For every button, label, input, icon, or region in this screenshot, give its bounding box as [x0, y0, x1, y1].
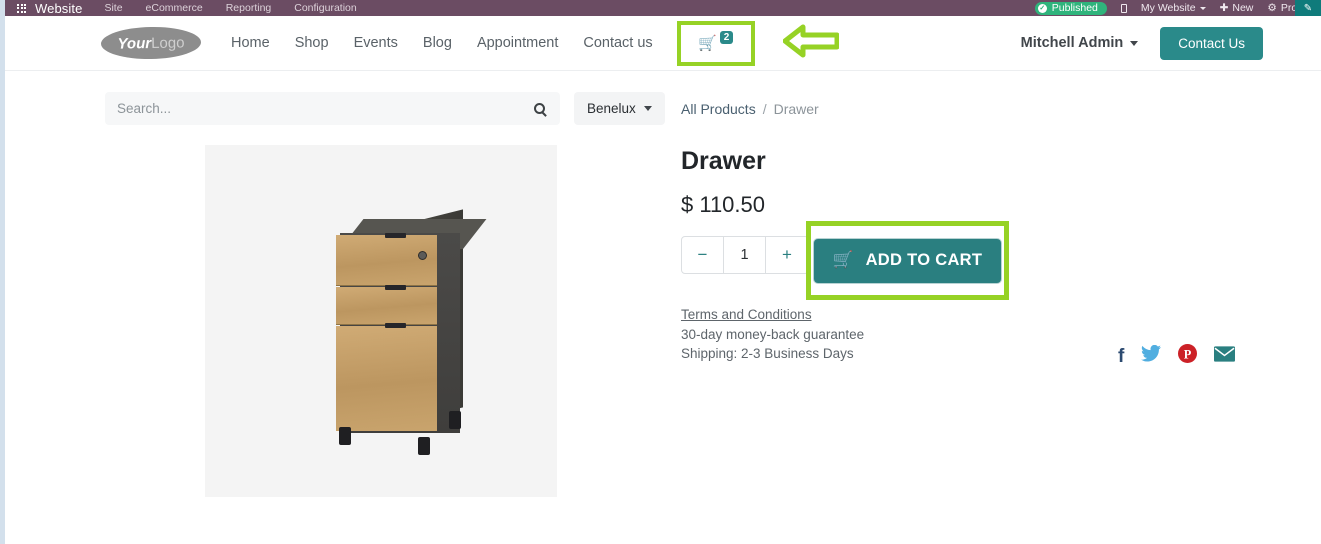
search-input[interactable]: Search... — [105, 92, 560, 125]
money-back-guarantee-text: 30-day money-back guarantee — [681, 326, 865, 342]
svg-text:P: P — [1184, 347, 1192, 361]
website-selector[interactable]: My Website — [1141, 2, 1206, 14]
nav-item-events[interactable]: Events — [354, 35, 398, 51]
contact-us-button[interactable]: Contact Us — [1160, 26, 1263, 60]
nav-item-appointment[interactable]: Appointment — [477, 35, 558, 51]
new-button[interactable]: ✚ New — [1220, 2, 1254, 14]
chevron-down-icon — [643, 106, 652, 111]
breadcrumb-all-products[interactable]: All Products — [681, 101, 756, 117]
check-icon: ✓ — [1037, 3, 1047, 13]
mobile-icon — [1120, 3, 1127, 13]
site-logo[interactable]: Your Logo — [100, 26, 202, 60]
shipping-text: Shipping: 2-3 Business Days — [681, 346, 854, 361]
website-header: Your Logo Home Shop Events Blog Appointme… — [5, 16, 1321, 71]
social-share-bar: f P — [1118, 344, 1236, 369]
facebook-icon[interactable]: f — [1118, 346, 1124, 368]
product-price: $ 110.50 — [681, 192, 766, 217]
chevron-down-icon — [1130, 40, 1139, 46]
page-root: Website Site eCommerce Reporting Configu… — [0, 0, 1321, 544]
quantity-decrease-button[interactable]: − — [682, 237, 724, 273]
site-nav: Home Shop Events Blog Appointment Contac… — [231, 35, 653, 51]
email-icon[interactable] — [1214, 345, 1236, 368]
drawer-cabinet-illustration — [300, 205, 487, 455]
terms-and-conditions-link[interactable]: Terms and Conditions — [681, 305, 864, 325]
pencil-edit-icon[interactable]: ✎ — [1295, 0, 1321, 16]
breadcrumb-separator: / — [762, 101, 767, 117]
odoo-menu-ecommerce[interactable]: eCommerce — [146, 2, 203, 14]
shopping-cart-icon: 🛒 — [832, 251, 854, 269]
apps-grid-icon[interactable] — [17, 3, 26, 13]
search-icon[interactable] — [534, 103, 545, 114]
pinterest-icon[interactable]: P — [1178, 344, 1198, 369]
product-meta: Terms and Conditions 30-day money-back g… — [681, 305, 864, 364]
product-image[interactable] — [205, 145, 557, 497]
logo-text-secondary: Logo — [150, 33, 185, 52]
cart-button[interactable]: 🛒 2 — [676, 20, 755, 66]
add-to-cart-button[interactable]: 🛒 ADD TO CART — [812, 237, 1003, 284]
nav-item-shop[interactable]: Shop — [295, 35, 329, 51]
nav-item-home[interactable]: Home — [231, 35, 270, 51]
new-label: New — [1232, 2, 1254, 14]
add-to-cart-highlight: 🛒 ADD TO CART — [806, 221, 1009, 300]
shopping-cart-icon: 🛒 — [698, 35, 717, 52]
cart-count-badge: 2 — [719, 30, 734, 44]
odoo-admin-bar: Website Site eCommerce Reporting Configu… — [5, 0, 1321, 16]
browser-left-edge — [0, 0, 5, 544]
product-title: Drawer — [681, 147, 766, 175]
green-left-arrow-annotation — [782, 23, 840, 64]
chevron-down-icon — [1199, 6, 1206, 10]
published-label: Published — [1051, 2, 1098, 14]
quantity-value[interactable]: 1 — [724, 237, 766, 273]
region-filter-dropdown[interactable]: Benelux — [574, 92, 665, 125]
odoo-bar-right: ✓ Published My Website ✚ New ⚙ Product — [1034, 1, 1321, 15]
twitter-icon[interactable] — [1141, 344, 1162, 368]
breadcrumb-current: Drawer — [773, 101, 819, 117]
gear-icon: ⚙ — [1267, 2, 1277, 14]
user-menu-label: Mitchell Admin — [1020, 35, 1124, 51]
logo-text-primary: Your — [117, 34, 152, 53]
published-toggle[interactable]: ✓ Published — [1034, 1, 1107, 15]
search-placeholder: Search... — [117, 101, 172, 116]
mobile-preview-button[interactable] — [1120, 3, 1127, 13]
odoo-app-name[interactable]: Website — [35, 1, 82, 16]
odoo-menu: Site eCommerce Reporting Configuration — [104, 2, 356, 14]
quantity-increase-button[interactable]: + — [766, 237, 808, 273]
nav-item-contact-us[interactable]: Contact us — [583, 35, 652, 51]
odoo-menu-reporting[interactable]: Reporting — [226, 2, 272, 14]
header-right: Mitchell Admin Contact Us — [1021, 26, 1321, 60]
search-row: Search... Benelux — [105, 92, 665, 125]
nav-item-blog[interactable]: Blog — [423, 35, 452, 51]
website-selector-label: My Website — [1140, 2, 1196, 14]
plus-icon: ✚ — [1219, 2, 1229, 14]
purchase-row: − 1 + — [681, 236, 809, 274]
odoo-menu-configuration[interactable]: Configuration — [294, 2, 356, 14]
user-menu[interactable]: Mitchell Admin — [1021, 35, 1139, 51]
quantity-stepper: − 1 + — [681, 236, 809, 274]
breadcrumb: All Products / Drawer — [681, 101, 819, 117]
add-to-cart-label: ADD TO CART — [865, 251, 983, 269]
region-filter-label: Benelux — [587, 101, 636, 116]
odoo-menu-site[interactable]: Site — [104, 2, 122, 14]
